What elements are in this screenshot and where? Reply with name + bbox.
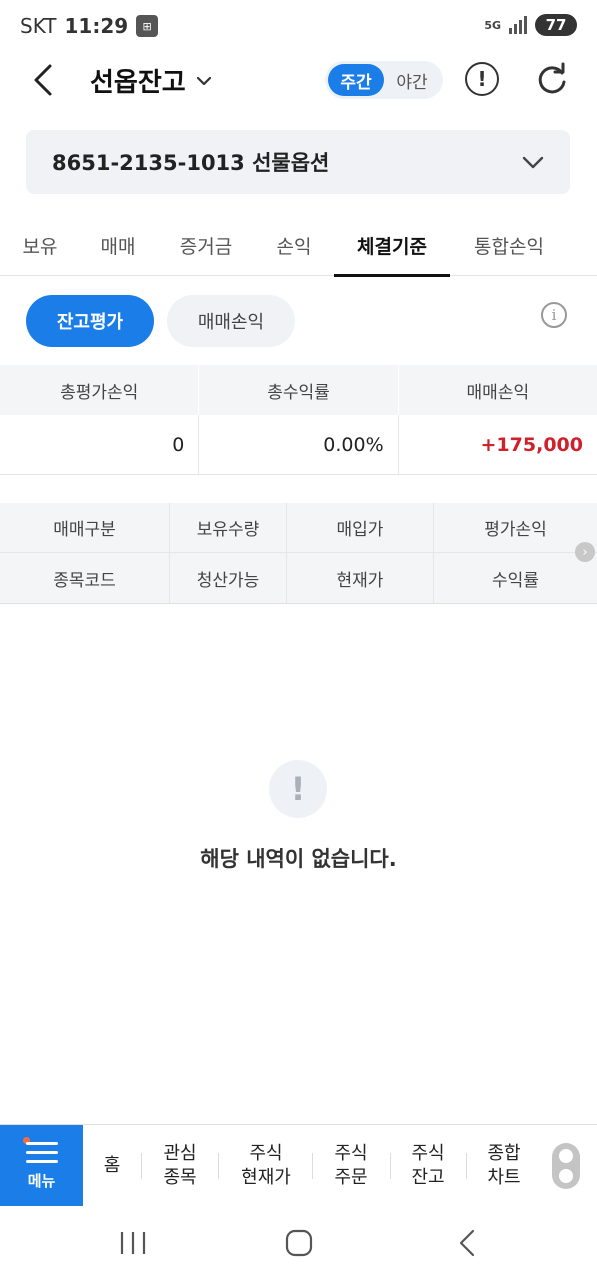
clock: 11:29: [64, 14, 129, 38]
table-header-row: 종목코드 청산가능 현재가 수익률: [0, 553, 597, 603]
back-button[interactable]: [28, 62, 60, 98]
nav-stock-order[interactable]: 주식 주문: [320, 1125, 382, 1207]
account-selector[interactable]: 8651-2135-1013 선물옵션: [26, 130, 570, 194]
nav-chart-label: 종합 차트: [487, 1143, 521, 1188]
tab-margin[interactable]: 증거금: [174, 214, 238, 276]
battery-level: 77: [545, 16, 567, 34]
tab-trades[interactable]: 매매: [96, 214, 140, 276]
exclamation-icon: !: [269, 760, 327, 818]
holdings-table-header: 매매구분 보유수량 매입가 평가손익 종목코드 청산가능 현재가 수익률: [0, 503, 597, 604]
status-left: SKT 11:29 ⊞: [20, 14, 159, 38]
col-symbol-code: 종목코드: [0, 553, 170, 603]
recent-apps-button[interactable]: [113, 1228, 153, 1258]
account-label: 8651-2135-1013 선물옵션: [52, 151, 330, 175]
battery-icon: 77: [535, 14, 577, 36]
session-night-option[interactable]: 야간: [384, 64, 440, 96]
session-toggle[interactable]: 주간 야간: [325, 61, 443, 99]
menu-button[interactable]: 메뉴: [0, 1125, 83, 1207]
info-icon[interactable]: i: [541, 302, 567, 328]
nav-divider: [466, 1153, 467, 1179]
col-current-price: 현재가: [287, 553, 434, 603]
status-bar: SKT 11:29 ⊞ 5G 77: [0, 0, 597, 52]
tab-execution-basis[interactable]: 체결기준: [334, 214, 450, 277]
nav-watchlist[interactable]: 관심 종목: [150, 1125, 210, 1207]
carrier-label: SKT: [20, 14, 57, 38]
system-back-button[interactable]: [447, 1228, 487, 1258]
balance-eval-filter[interactable]: 잔고평가: [26, 295, 154, 347]
summary-header-total-return: 총수익률: [199, 365, 399, 415]
system-navigation-bar: [0, 1206, 597, 1280]
total-return-value: 0.00%: [199, 415, 399, 474]
nav-chart[interactable]: 종합 차트: [474, 1125, 534, 1207]
summary-header-trade-pnl: 매매손익: [466, 382, 530, 403]
trade-pnl-value: +175,000: [480, 433, 583, 456]
tab-bar: 보유 매매 증거금 손익 체결기준 통합손익: [0, 214, 597, 277]
nav-divider: [390, 1153, 391, 1179]
menu-scroll-toggle[interactable]: [552, 1143, 580, 1189]
trade-pnl-filter[interactable]: 매매손익: [167, 295, 295, 347]
app-header: 선옵잔고 주간 야간 !: [0, 52, 597, 108]
session-day-option[interactable]: 주간: [328, 64, 384, 96]
screen-title-selector[interactable]: 선옵잔고: [90, 62, 212, 99]
col-closeable-qty: 청산가능: [170, 553, 287, 603]
nav-stock-price[interactable]: 주식 현재가: [228, 1125, 304, 1207]
summary-header-row: 총평가손익 총수익률 매매손익: [0, 365, 597, 415]
menu-label: 메뉴: [27, 1171, 56, 1190]
tab-pnl[interactable]: 손익: [272, 214, 316, 276]
nav-watchlist-label: 관심 종목: [163, 1143, 197, 1188]
home-icon: [285, 1229, 313, 1257]
status-right: 5G 77: [484, 14, 577, 36]
system-back-icon: [459, 1229, 475, 1257]
exclamation-circle-icon: !: [477, 67, 487, 91]
network-type: 5G: [484, 18, 501, 32]
col-return-rate: 수익률: [492, 570, 539, 591]
empty-icon-symbol: !: [290, 770, 306, 808]
refresh-icon: [538, 62, 566, 94]
page-title: 선옵잔고: [90, 68, 186, 98]
scroll-right-icon[interactable]: ›: [575, 542, 595, 562]
nav-home-label: 홈: [103, 1155, 121, 1176]
col-buy-price: 매입가: [287, 503, 434, 552]
chevron-down-icon: [522, 156, 544, 169]
col-holding-qty: 보유수량: [170, 503, 287, 552]
notification-app-icon: ⊞: [136, 15, 159, 37]
bottom-menu-bar: 메뉴 홈 관심 종목 주식 현재가 주식 주문 주식 잔고 종합 차트: [0, 1124, 597, 1207]
nav-divider: [218, 1153, 219, 1179]
nav-stock-price-label: 주식 현재가: [241, 1143, 291, 1188]
tab-total-pnl[interactable]: 통합손익: [466, 214, 552, 276]
col-trade-type: 매매구분: [0, 503, 170, 552]
tab-holdings[interactable]: 보유: [18, 214, 62, 276]
nav-home[interactable]: 홈: [92, 1125, 132, 1207]
nav-stock-balance-label: 주식 잔고: [411, 1143, 445, 1188]
home-button[interactable]: [279, 1228, 319, 1258]
total-eval-pnl-value: 0: [0, 415, 200, 474]
notice-button[interactable]: !: [465, 62, 499, 96]
signal-icon: [509, 16, 527, 34]
refresh-button[interactable]: [535, 62, 569, 98]
chevron-down-icon: [196, 76, 211, 85]
nav-stock-order-label: 주식 주문: [334, 1143, 368, 1188]
summary-table: 총평가손익 총수익률 매매손익 0 0.00% +175,000: [0, 365, 597, 475]
empty-message: 해당 내역이 없습니다.: [200, 847, 397, 871]
hamburger-icon: [22, 1136, 58, 1164]
summary-value-row: 0 0.00% +175,000: [0, 415, 597, 475]
summary-header-total-eval-pnl: 총평가손익: [0, 365, 200, 415]
recent-apps-icon: [120, 1232, 146, 1254]
back-arrow-icon: [34, 64, 52, 96]
nav-stock-balance[interactable]: 주식 잔고: [398, 1125, 458, 1207]
table-header-row: 매매구분 보유수량 매입가 평가손익: [0, 503, 597, 553]
nav-divider: [312, 1153, 313, 1179]
col-eval-pnl: 평가손익: [484, 520, 547, 540]
nav-divider: [141, 1153, 142, 1179]
